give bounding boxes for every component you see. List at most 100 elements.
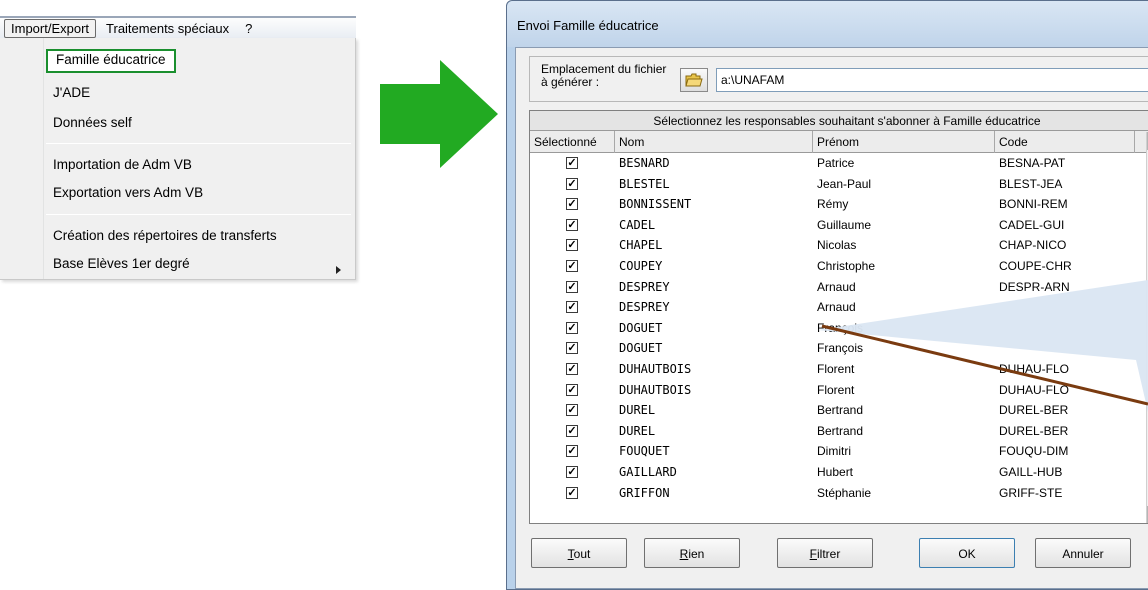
row-checkbox[interactable]: ✓ — [566, 321, 578, 334]
row-checkbox[interactable]: ✓ — [566, 486, 578, 499]
row-checkbox[interactable]: ✓ — [566, 239, 578, 252]
location-label: Emplacement du fichier à générer : — [541, 62, 667, 89]
rien-button[interactable]: Rien — [644, 538, 740, 568]
table-row[interactable]: ✓ DESPREY Arnaud DESPR-ARN — [530, 277, 1148, 298]
table-row[interactable]: ✓ CHAPEL Nicolas CHAP-NICO — [530, 235, 1148, 256]
column-header-code[interactable]: Code — [995, 131, 1135, 153]
row-checkbox[interactable]: ✓ — [566, 362, 578, 375]
cell-prenom: Patrice — [817, 156, 855, 170]
table-row[interactable]: ✓ GRIFFON Stéphanie GRIFF-STE — [530, 483, 1148, 504]
menubar: Import/Export Traitements spéciaux ? — [0, 16, 356, 38]
menu-item-famille-educatrice[interactable]: Famille éducatrice — [46, 49, 176, 73]
column-header-prenom[interactable]: Prénom — [813, 131, 995, 153]
submenu-arrow-icon — [336, 266, 341, 274]
file-path-input[interactable] — [716, 68, 1148, 92]
cell-nom: BESNARD — [619, 156, 670, 170]
row-checkbox[interactable]: ✓ — [566, 301, 578, 314]
ok-button[interactable]: OK — [919, 538, 1015, 568]
cell-code — [999, 297, 1129, 318]
cell-code: FOUQU-DIM — [999, 444, 1069, 459]
table-row[interactable]: ✓ BESNARD Patrice BESNA-PAT — [530, 153, 1148, 174]
cell-nom: BONNISSENT — [619, 197, 692, 212]
menu-import-export[interactable]: Import/Export — [4, 18, 97, 38]
cell-nom: GRIFFON — [619, 485, 670, 500]
table-row[interactable]: ✓ GAILLARD Hubert GAILL-HUB — [530, 462, 1148, 483]
table-row[interactable]: ✓ DUREL Bertrand DUREL-BER — [530, 421, 1148, 442]
table-row[interactable]: ✓ CADEL Guillaume CADEL-GUI — [530, 215, 1148, 236]
cell-code: DUHAU-FLO — [999, 361, 1070, 376]
menu-traitements-speciaux[interactable]: Traitements spéciaux — [100, 20, 235, 37]
dialog-title: Envoi Famille éducatrice — [507, 1, 1148, 47]
grid-body: ✓ BESNARD Patrice BESNA-PAT ✓ BLESTEL Jean-Pau… — [530, 153, 1148, 503]
menu-item-creation-repertoires[interactable]: Création des répertoires de transferts — [53, 225, 277, 247]
cell-code: GAILL-HUB — [999, 464, 1063, 479]
cell-code: CADEL-GUI — [999, 217, 1065, 232]
row-checkbox[interactable]: ✓ — [566, 342, 578, 355]
filtrer-button[interactable]: Filtrer — [777, 538, 873, 568]
cell-prenom: Stéphanie — [817, 485, 872, 500]
table-row[interactable]: ✓ DESPREY Arnaud — [530, 297, 1148, 318]
menu-icon-gutter — [0, 38, 44, 279]
menu-item-jade[interactable]: J'ADE — [53, 82, 90, 104]
cell-nom: CHAPEL — [619, 238, 663, 253]
menu-item-base-eleves[interactable]: Base Elèves 1er degré — [53, 253, 190, 275]
table-row[interactable]: ✓ DOGUET François — [530, 318, 1148, 339]
row-checkbox[interactable]: ✓ — [566, 177, 578, 190]
cell-code: DESPR-ARN — [999, 279, 1070, 294]
table-row[interactable]: ✓ DUHAUTBOIS Florent DUHAU-FLO — [530, 359, 1148, 380]
row-checkbox[interactable]: ✓ — [566, 157, 578, 169]
row-checkbox[interactable]: ✓ — [566, 259, 578, 272]
row-checkbox[interactable]: ✓ — [566, 404, 578, 417]
cell-code: GRIFF-STE — [999, 485, 1063, 500]
table-row[interactable]: ✓ DUREL Bertrand DUREL-BER — [530, 400, 1148, 421]
dialog-client-area: Emplacement du fichier à générer : Sélec… — [515, 47, 1148, 589]
cell-prenom: Arnaud — [817, 300, 856, 315]
responsables-grid: Sélectionnez les responsables souhaitant… — [529, 110, 1148, 524]
cell-code: CHAP-NICO — [999, 238, 1067, 253]
cell-nom: DUHAUTBOIS — [619, 361, 692, 376]
cell-code — [999, 318, 1129, 339]
open-folder-icon — [685, 73, 703, 87]
table-row[interactable]: ✓ DOGUET François — [530, 338, 1148, 359]
browse-folder-button[interactable] — [680, 68, 708, 92]
menu-help[interactable]: ? — [239, 20, 258, 37]
grid-header: Sélectionné Nom Prénom Code — [530, 131, 1148, 153]
row-checkbox[interactable]: ✓ — [566, 424, 578, 437]
table-row[interactable]: ✓ FOUQUET Dimitri FOUQU-DIM — [530, 441, 1148, 462]
cell-prenom: Arnaud — [817, 279, 856, 294]
row-checkbox[interactable]: ✓ — [566, 383, 578, 396]
cell-nom: DUREL — [619, 403, 656, 418]
cell-nom: DOGUET — [619, 320, 663, 335]
grid-caption: Sélectionnez les responsables souhaitant… — [530, 111, 1148, 131]
table-row[interactable]: ✓ BONNISSENT Rémy BONNI-REM — [530, 194, 1148, 215]
cell-prenom: Hubert — [817, 464, 854, 479]
cell-code: DUREL-BER — [999, 423, 1069, 438]
row-checkbox[interactable]: ✓ — [566, 218, 578, 231]
cell-prenom: François — [817, 320, 864, 335]
row-checkbox[interactable]: ✓ — [566, 198, 578, 211]
cell-prenom: Christophe — [817, 258, 876, 273]
cell-nom: DESPREY — [619, 300, 670, 315]
row-checkbox[interactable]: ✓ — [566, 280, 578, 293]
annuler-button[interactable]: Annuler — [1035, 538, 1131, 568]
filtrer-label: iltrer — [817, 547, 841, 561]
cell-nom: DOGUET — [619, 341, 663, 356]
table-row[interactable]: ✓ BLESTEL Jean-Paul BLEST-JEA — [530, 174, 1148, 195]
cell-nom: DESPREY — [619, 279, 670, 294]
table-row[interactable]: ✓ COUPEY Christophe COUPE-CHR — [530, 256, 1148, 277]
menu-item-exportation-adm-vb[interactable]: Exportation vers Adm VB — [53, 182, 203, 204]
cell-prenom: Florent — [817, 361, 855, 376]
column-header-nom[interactable]: Nom — [615, 131, 813, 153]
row-checkbox[interactable]: ✓ — [566, 465, 578, 478]
menu-item-importation-adm-vb[interactable]: Importation de Adm VB — [53, 154, 192, 176]
row-checkbox[interactable]: ✓ — [566, 445, 578, 458]
column-header-selectionne[interactable]: Sélectionné — [530, 131, 615, 153]
green-arrow-icon — [380, 60, 498, 168]
menu-item-donnees-self[interactable]: Données self — [53, 112, 132, 134]
cell-nom: GAILLARD — [619, 464, 677, 479]
tout-button[interactable]: Tout — [531, 538, 627, 568]
filtrer-accel: F — [809, 547, 817, 561]
cell-code — [999, 338, 1129, 359]
table-row[interactable]: ✓ DUHAUTBOIS Florent DUHAU-FLO — [530, 380, 1148, 401]
cell-prenom: Dimitri — [817, 444, 851, 459]
